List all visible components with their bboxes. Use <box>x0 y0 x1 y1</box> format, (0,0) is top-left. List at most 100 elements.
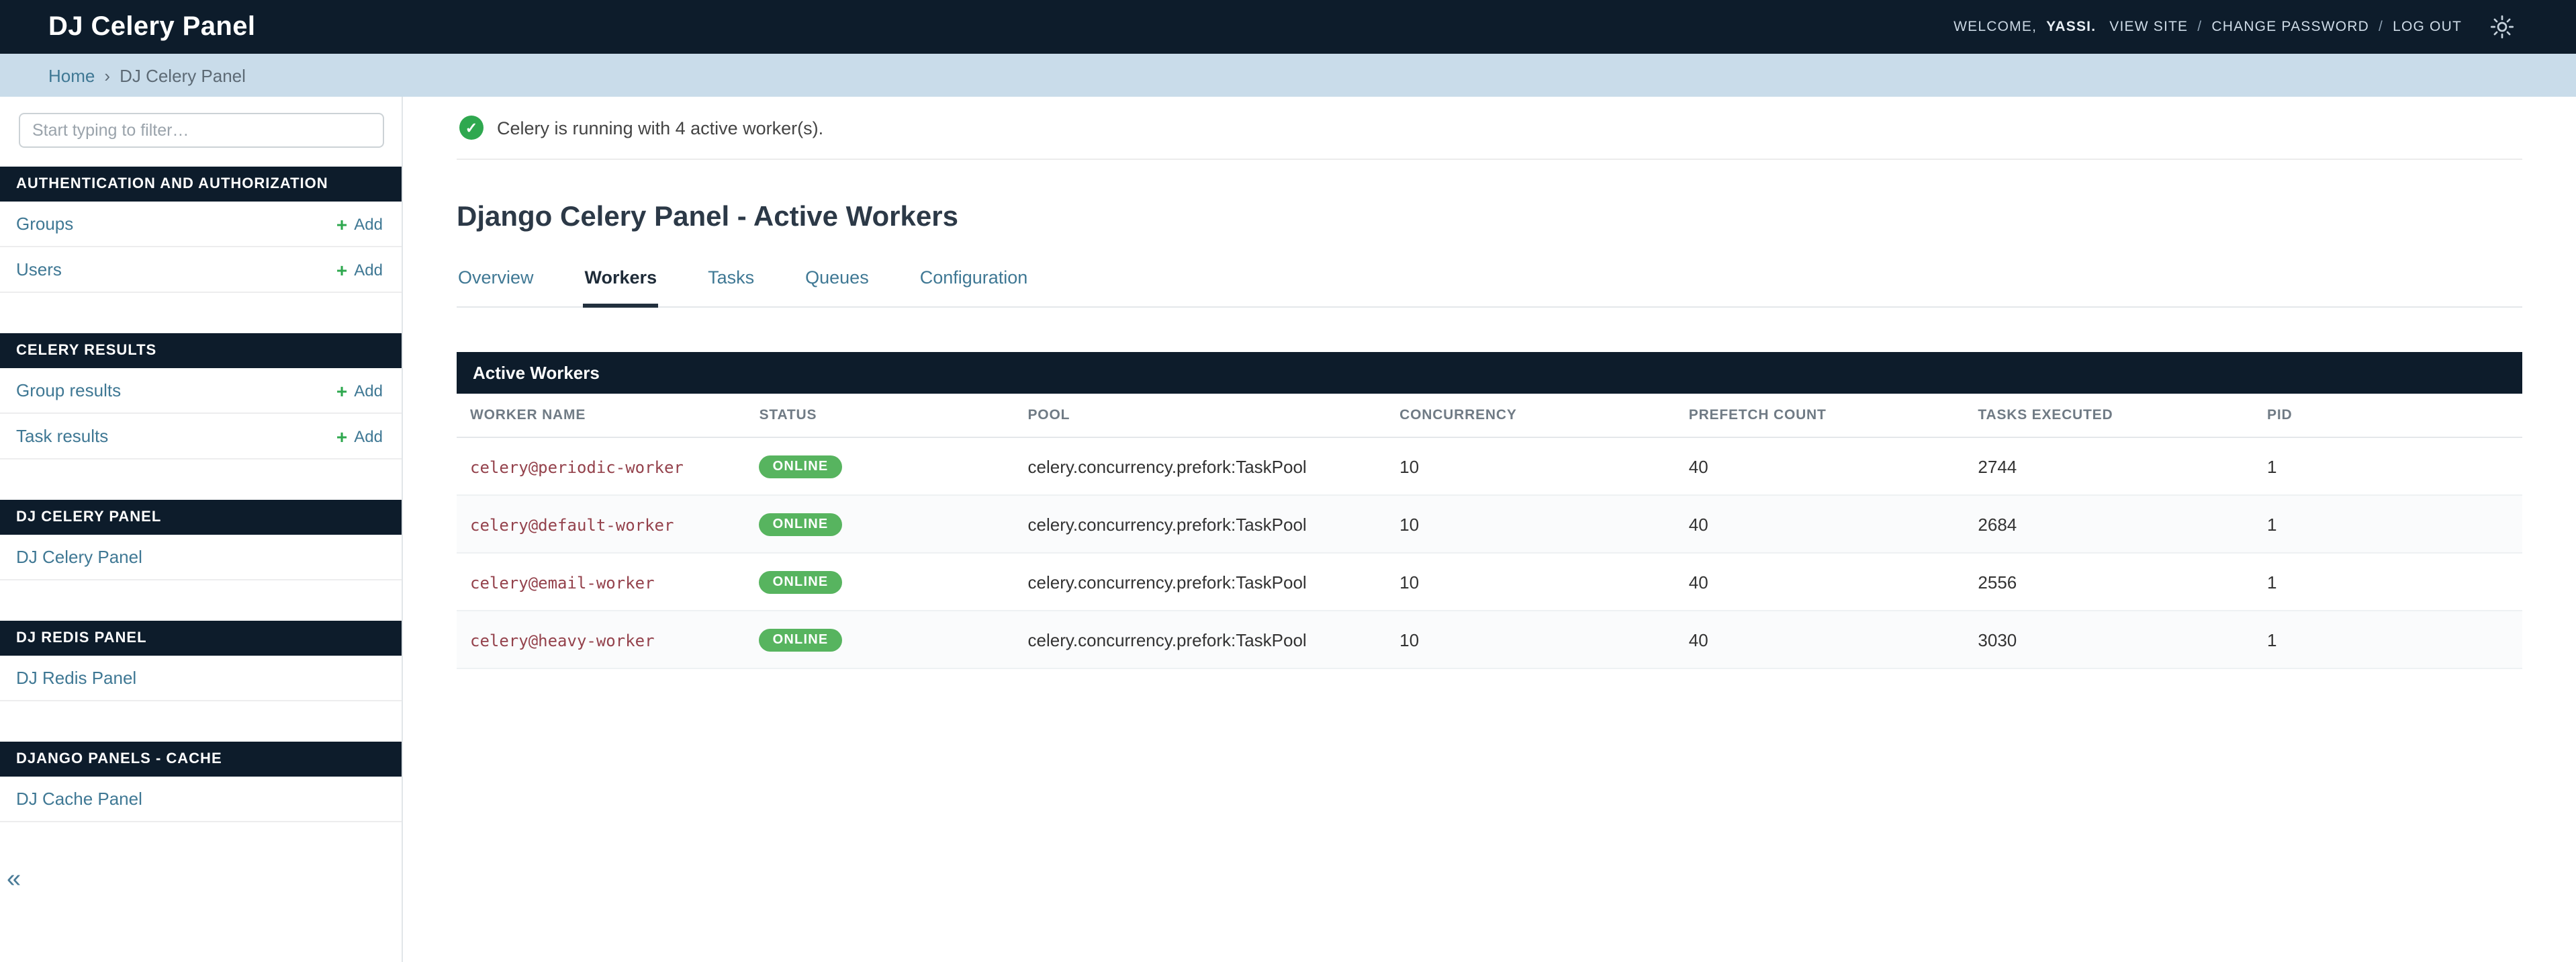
worker-name-cell: celery@default-worker <box>457 495 746 554</box>
status-cell: ONLINE <box>745 611 1015 669</box>
tasks-executed-cell: 2684 <box>1964 495 2254 554</box>
username: YASSI. <box>2046 19 2097 35</box>
group-results-link[interactable]: Group results <box>16 380 121 400</box>
add-label: Add <box>354 427 383 445</box>
table-header-row: WORKER NAME STATUS POOL CONCURRENCY PREF… <box>457 394 2522 438</box>
concurrency-cell: 10 <box>1386 437 1675 496</box>
tab-tasks[interactable]: Tasks <box>706 267 755 308</box>
table-row: celery@periodic-worker ONLINE celery.con… <box>457 437 2522 496</box>
worker-name-cell: celery@heavy-worker <box>457 611 746 669</box>
column-status: STATUS <box>745 394 1015 438</box>
plus-icon: + <box>336 259 348 280</box>
prefetch-count-cell: 40 <box>1675 437 1965 496</box>
sidebar-item-groups: Groups + Add <box>0 202 402 247</box>
theme-toggle-button[interactable] <box>2490 15 2514 39</box>
add-task-result-link[interactable]: + Add <box>336 427 383 445</box>
success-check-icon: ✓ <box>459 116 484 140</box>
status-badge: ONLINE <box>759 513 842 536</box>
worker-name-link[interactable]: celery@default-worker <box>470 515 674 534</box>
change-password-link[interactable]: CHANGE PASSWORD <box>2211 19 2369 35</box>
sidebar-item-dj-cache-panel: DJ Cache Panel <box>0 777 402 822</box>
sidebar-section-title: CELERY RESULTS <box>0 333 402 368</box>
app-header: DJ Celery Panel WELCOME, YASSI. VIEW SIT… <box>0 0 2576 54</box>
column-prefetch-count: PREFETCH COUNT <box>1675 394 1965 438</box>
user-tools: WELCOME, YASSI. VIEW SITE / CHANGE PASSW… <box>1953 15 2514 39</box>
breadcrumb: Home › DJ Celery Panel <box>0 54 2576 97</box>
logout-link[interactable]: LOG OUT <box>2393 19 2462 35</box>
sidebar-section-title: DJ CELERY PANEL <box>0 500 402 535</box>
plus-icon: + <box>336 425 348 447</box>
dj-cache-panel-link[interactable]: DJ Cache Panel <box>16 789 142 809</box>
dj-redis-panel-link[interactable]: DJ Redis Panel <box>16 668 136 688</box>
pool-cell: celery.concurrency.prefork:TaskPool <box>1014 495 1387 554</box>
sidebar-section-dj-redis-panel: DJ REDIS PANEL DJ Redis Panel <box>0 621 402 701</box>
tasks-executed-cell: 3030 <box>1964 611 2254 669</box>
nav-sidebar: AUTHENTICATION AND AUTHORIZATION Groups … <box>0 97 403 962</box>
tab-bar: Overview Workers Tasks Queues Configurat… <box>457 267 2522 308</box>
table-row: celery@default-worker ONLINE celery.conc… <box>457 495 2522 554</box>
active-workers-table: Active Workers WORKER NAME STATUS POOL C… <box>457 352 2522 669</box>
page-title: Django Celery Panel - Active Workers <box>457 202 958 232</box>
admin-page: DJ Celery Panel WELCOME, YASSI. VIEW SIT… <box>0 0 2576 962</box>
add-user-link[interactable]: + Add <box>336 260 383 279</box>
worker-name-cell: celery@periodic-worker <box>457 437 746 496</box>
worker-name-link[interactable]: celery@periodic-worker <box>470 457 684 476</box>
pool-cell: celery.concurrency.prefork:TaskPool <box>1014 553 1387 611</box>
add-label: Add <box>354 214 383 233</box>
add-label: Add <box>354 260 383 279</box>
breadcrumb-current: DJ Celery Panel <box>120 65 246 85</box>
users-link[interactable]: Users <box>16 259 62 279</box>
view-site-link[interactable]: VIEW SITE <box>2109 19 2188 35</box>
concurrency-cell: 10 <box>1386 553 1675 611</box>
breadcrumb-home-link[interactable]: Home <box>48 65 95 85</box>
pid-cell: 1 <box>2254 437 2522 496</box>
tab-workers[interactable]: Workers <box>583 267 659 308</box>
status-badge: ONLINE <box>759 455 842 478</box>
pid-cell: 1 <box>2254 495 2522 554</box>
sidebar-item-dj-celery-panel: DJ Celery Panel <box>0 535 402 580</box>
add-label: Add <box>354 381 383 400</box>
task-results-link[interactable]: Task results <box>16 426 108 446</box>
worker-name-cell: celery@email-worker <box>457 553 746 611</box>
sidebar-item-task-results: Task results + Add <box>0 414 402 460</box>
column-worker-name: WORKER NAME <box>457 394 746 438</box>
sidebar-section-django-panels-cache: DJANGO PANELS - CACHE DJ Cache Panel <box>0 742 402 822</box>
success-message: ✓ Celery is running with 4 active worker… <box>457 97 2522 160</box>
worker-name-link[interactable]: celery@email-worker <box>470 573 655 592</box>
separator: / <box>2379 19 2384 35</box>
add-group-link[interactable]: + Add <box>336 214 383 233</box>
status-cell: ONLINE <box>745 437 1015 496</box>
sidebar-filter-input[interactable] <box>19 113 384 148</box>
status-badge: ONLINE <box>759 571 842 594</box>
column-pool: POOL <box>1014 394 1387 438</box>
app-title[interactable]: DJ Celery Panel <box>48 11 255 42</box>
sidebar-collapse-button[interactable]: « <box>7 867 21 892</box>
prefetch-count-cell: 40 <box>1675 611 1965 669</box>
welcome-text: WELCOME, <box>1953 19 2037 35</box>
sidebar-item-dj-redis-panel: DJ Redis Panel <box>0 656 402 701</box>
content-area: ✓ Celery is running with 4 active worker… <box>403 97 2576 962</box>
status-cell: ONLINE <box>745 553 1015 611</box>
column-pid: PID <box>2254 394 2522 438</box>
tab-queues[interactable]: Queues <box>804 267 870 308</box>
add-group-result-link[interactable]: + Add <box>336 381 383 400</box>
pool-cell: celery.concurrency.prefork:TaskPool <box>1014 437 1387 496</box>
status-cell: ONLINE <box>745 495 1015 554</box>
groups-link[interactable]: Groups <box>16 214 73 234</box>
sidebar-section-auth: AUTHENTICATION AND AUTHORIZATION Groups … <box>0 167 402 293</box>
worker-name-link[interactable]: celery@heavy-worker <box>470 631 655 650</box>
pool-cell: celery.concurrency.prefork:TaskPool <box>1014 611 1387 669</box>
column-tasks-executed: TASKS EXECUTED <box>1964 394 2254 438</box>
success-message-text: Celery is running with 4 active worker(s… <box>497 118 824 138</box>
status-badge: ONLINE <box>759 629 842 652</box>
sidebar-item-users: Users + Add <box>0 247 402 293</box>
breadcrumb-separator-icon: › <box>104 65 111 85</box>
dj-celery-panel-link[interactable]: DJ Celery Panel <box>16 547 142 567</box>
prefetch-count-cell: 40 <box>1675 553 1965 611</box>
tab-configuration[interactable]: Configuration <box>919 267 1029 308</box>
prefetch-count-cell: 40 <box>1675 495 1965 554</box>
plus-icon: + <box>336 213 348 234</box>
sidebar-section-dj-celery-panel: DJ CELERY PANEL DJ Celery Panel <box>0 500 402 580</box>
tab-overview[interactable]: Overview <box>457 267 535 308</box>
column-concurrency: CONCURRENCY <box>1386 394 1675 438</box>
